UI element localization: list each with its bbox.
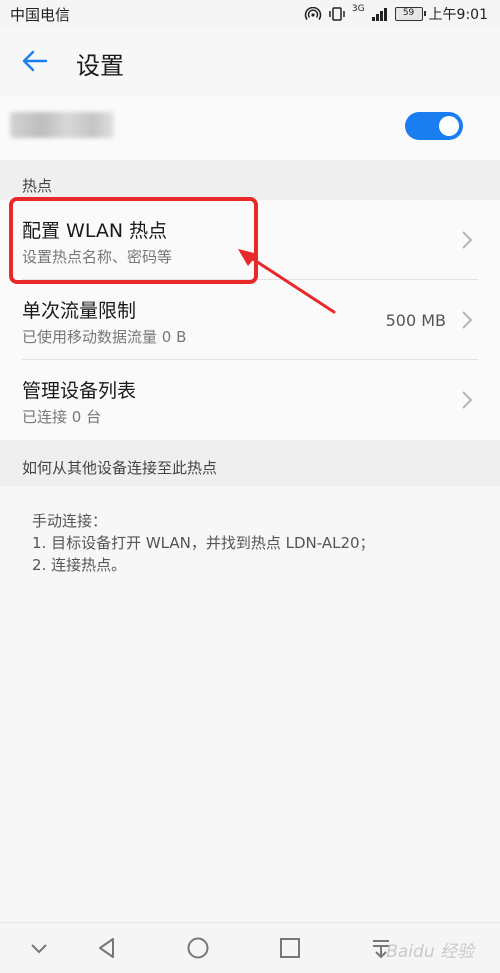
network-type: 3G [351, 4, 365, 14]
row-subtitle: 已使用移动数据流量 0 B [22, 328, 187, 346]
status-bar: 中国电信 3G 59 上午9:01 [0, 0, 500, 28]
baidu-watermark: Baidu 经验 [386, 942, 474, 962]
hotspot-icon [304, 7, 322, 20]
connect-instructions: 手动连接： 1. 目标设备打开 WLAN，并找到热点 LDN-AL20； 2. … [32, 510, 375, 576]
clock: 上午9:01 [428, 7, 488, 23]
back-arrow-icon[interactable] [18, 44, 52, 78]
chevron-right-icon [462, 391, 473, 409]
manage-devices-row[interactable]: 管理设备列表 已连接 0 台 [0, 360, 500, 440]
battery-icon: 59 [394, 7, 426, 21]
annotation-highlight-box [9, 197, 258, 284]
annotation-arrow-icon [238, 249, 336, 314]
hotspot-toggle-switch[interactable] [405, 112, 463, 140]
status-icons: 3G 59 上午9:01 [304, 4, 488, 24]
instructions-step-1: 1. 目标设备打开 WLAN，并找到热点 LDN-AL20； [32, 534, 375, 552]
instructions-step-2: 2. 连接热点。 [32, 556, 127, 574]
collapse-down-icon[interactable] [26, 935, 52, 961]
home-circle-icon[interactable] [185, 935, 211, 961]
blurred-hotspot-label [10, 112, 114, 138]
section-label: 热点 [22, 177, 53, 195]
back-triangle-icon[interactable] [94, 935, 120, 961]
system-nav-bar: Baidu 经验 [0, 922, 500, 973]
hotspot-toggle-row[interactable] [0, 96, 500, 160]
section-label: 如何从其他设备连接至此热点 [22, 459, 218, 477]
app-header: 设置 [0, 28, 500, 96]
section-header-connect: 如何从其他设备连接至此热点 [0, 440, 500, 486]
chevron-right-icon [462, 231, 473, 249]
chevron-right-icon [462, 311, 473, 329]
signal-icon [371, 8, 387, 21]
recents-square-icon[interactable] [277, 935, 303, 961]
instructions-heading: 手动连接： [32, 512, 108, 530]
page-title: 设置 [76, 52, 124, 80]
carrier-label: 中国电信 [10, 6, 71, 24]
section-header-hotspot: 热点 [0, 160, 500, 200]
row-title: 管理设备列表 [22, 380, 137, 402]
data-limit-value: 500 MB [385, 311, 446, 330]
vibrate-icon [329, 7, 345, 21]
toggle-knob [439, 116, 459, 136]
row-subtitle: 已连接 0 台 [22, 408, 102, 426]
row-title: 单次流量限制 [22, 300, 137, 322]
